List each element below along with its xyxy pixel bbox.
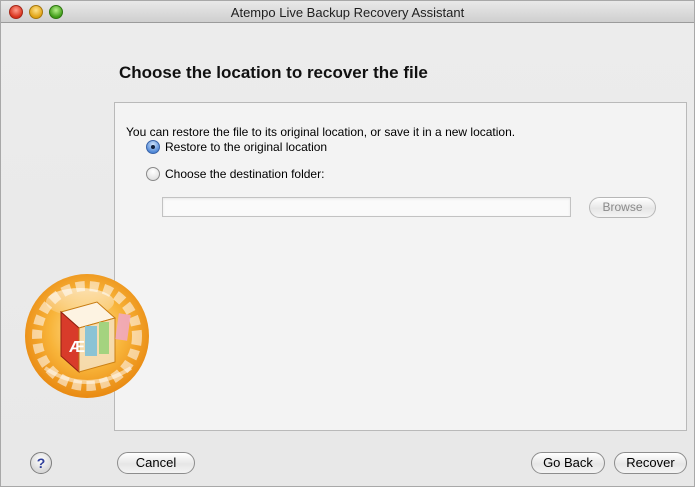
option-label: Choose the destination folder: (165, 167, 325, 181)
radio-button-selected[interactable] (146, 140, 160, 154)
logo-glyph: Æ (69, 339, 85, 356)
atempo-logo-icon: Æ (25, 274, 149, 398)
page-heading: Choose the location to recover the file (119, 63, 428, 82)
help-icon: ? (36, 455, 46, 471)
intro-text: You can restore the file to its original… (126, 125, 516, 139)
recover-button[interactable]: Recover (614, 452, 687, 474)
radio-button[interactable] (146, 167, 160, 181)
title-bar[interactable]: Atempo Live Backup Recovery Assistant (1, 1, 694, 23)
option-choose-destination[interactable]: Choose the destination folder: (146, 167, 324, 181)
browse-button[interactable]: Browse (589, 197, 656, 218)
recovery-assistant-window: Atempo Live Backup Recovery Assistant Ch… (0, 0, 695, 487)
window-title: Atempo Live Backup Recovery Assistant (230, 5, 465, 20)
option-label: Restore to the original location (165, 140, 328, 154)
option-restore-original[interactable]: Restore to the original location (146, 140, 327, 154)
help-button[interactable]: ? (30, 452, 52, 474)
cancel-button[interactable]: Cancel (117, 452, 195, 474)
destination-path-field[interactable] (162, 197, 571, 217)
go-back-button[interactable]: Go Back (531, 452, 605, 474)
